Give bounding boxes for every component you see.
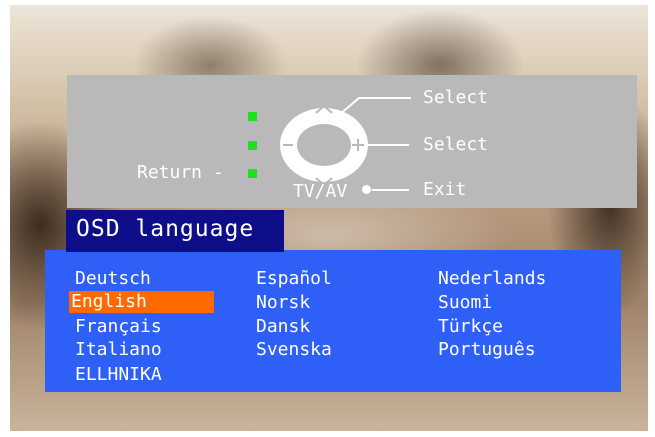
language-option-turkce[interactable]: Türkçe xyxy=(436,316,505,338)
language-option-dansk[interactable]: Dansk xyxy=(254,316,312,338)
remote-hint-panel: Return - Select Select TV/AV Exit xyxy=(67,75,637,208)
osd-title-box: OSD language xyxy=(66,210,284,252)
select-right-leader-line xyxy=(367,144,409,146)
language-option-deutsch[interactable]: Deutsch xyxy=(73,268,153,290)
indicator-led-1 xyxy=(248,112,257,121)
select-up-hint: Select xyxy=(423,87,489,108)
exit-dot-icon xyxy=(362,185,371,194)
language-option-francais[interactable]: Français xyxy=(73,316,164,338)
language-option-nederlands[interactable]: Nederlands xyxy=(436,268,548,290)
return-hint: Return - xyxy=(137,162,224,183)
language-option-espanol[interactable]: Español xyxy=(254,268,334,290)
language-option-ellhnika[interactable]: ELLHNIKA xyxy=(73,364,164,386)
language-option-italiano[interactable]: Italiano xyxy=(73,339,164,361)
language-option-english[interactable]: English xyxy=(69,291,214,313)
indicator-led-3 xyxy=(248,169,257,178)
language-option-norsk[interactable]: Norsk xyxy=(254,292,312,314)
language-option-portugues[interactable]: Português xyxy=(436,339,538,361)
exit-leader-line xyxy=(372,189,409,191)
language-option-svenska[interactable]: Svenska xyxy=(254,339,334,361)
language-option-suomi[interactable]: Suomi xyxy=(436,292,494,314)
indicator-led-2 xyxy=(248,141,257,150)
tvav-label: TV/AV xyxy=(293,181,348,202)
exit-hint: Exit xyxy=(423,179,467,200)
select-up-leader-icon xyxy=(338,97,411,116)
select-right-hint: Select xyxy=(423,134,489,155)
language-list-panel: Deutsch English Français Italiano ELLHNI… xyxy=(45,250,621,392)
page-title: OSD language xyxy=(76,216,255,242)
